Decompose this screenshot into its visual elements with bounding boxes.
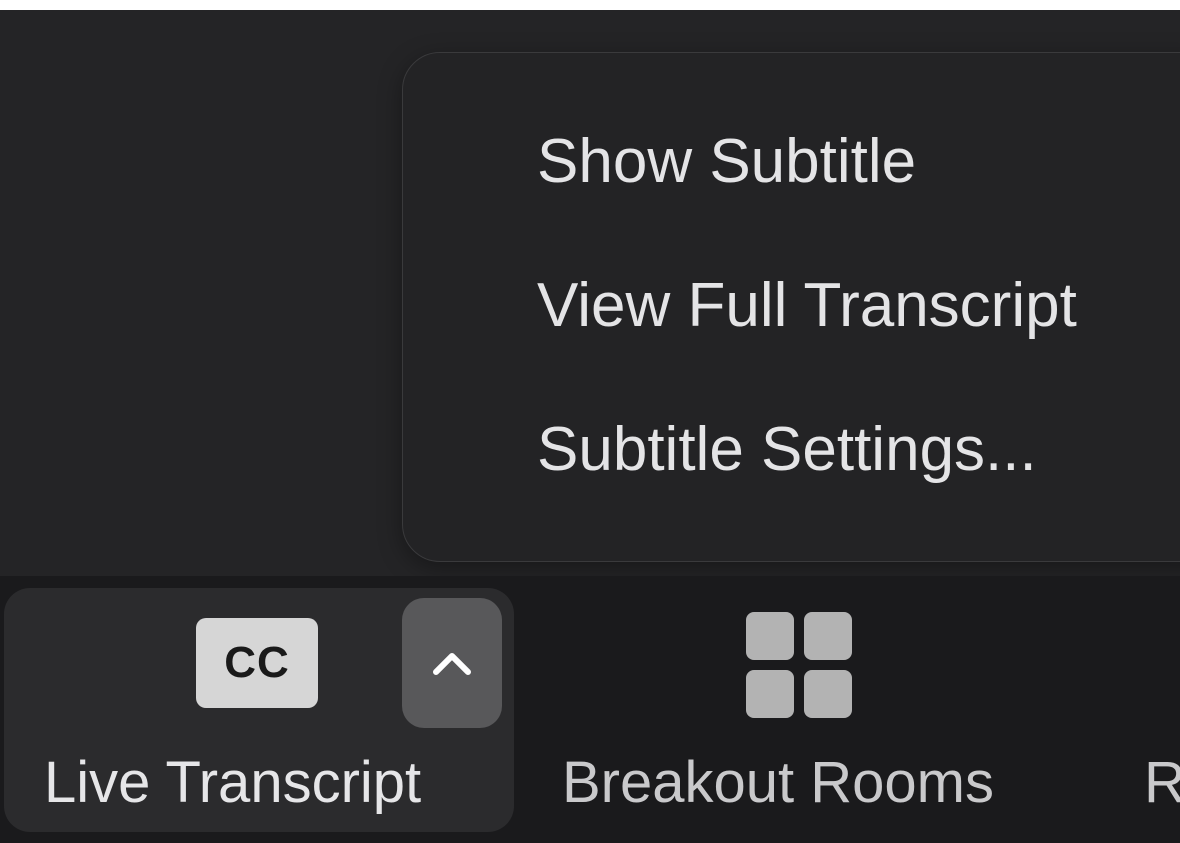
live-transcript-button[interactable]: CC Live Transcript (4, 588, 514, 832)
menu-item-view-full-transcript[interactable]: View Full Transcript (537, 275, 1077, 337)
menu-item-show-subtitle[interactable]: Show Subtitle (537, 131, 916, 193)
next-toolbar-button[interactable]: R (1144, 588, 1180, 832)
grid-icon (746, 612, 852, 718)
top-edge (0, 0, 1180, 10)
menu-item-subtitle-settings[interactable]: Subtitle Settings... (537, 419, 1037, 481)
cc-icon: CC (196, 618, 318, 708)
meeting-toolbar: CC Live Transcript Breakout Rooms R (0, 576, 1180, 843)
live-transcript-options-button[interactable] (402, 598, 502, 728)
breakout-rooms-label: Breakout Rooms (562, 750, 994, 815)
meeting-window: Show Subtitle View Full Transcript Subti… (0, 0, 1180, 843)
chevron-up-icon (433, 653, 471, 675)
breakout-rooms-button[interactable]: Breakout Rooms (540, 588, 1060, 832)
next-toolbar-label: R (1144, 750, 1180, 815)
live-transcript-menu: Show Subtitle View Full Transcript Subti… (402, 52, 1180, 562)
live-transcript-label: Live Transcript (44, 750, 422, 815)
